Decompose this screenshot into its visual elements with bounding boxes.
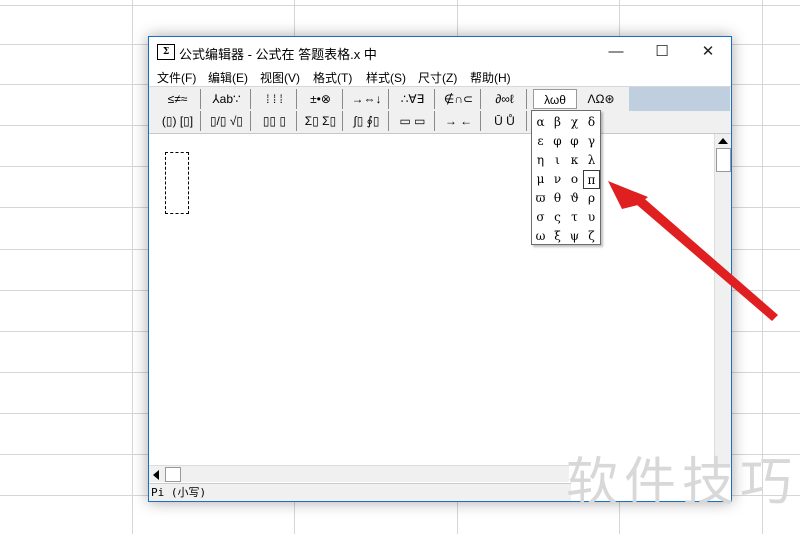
fence-templates-button[interactable]: (▯) [▯] xyxy=(155,111,201,131)
horizontal-scrollbar[interactable] xyxy=(149,465,569,482)
menu-help[interactable]: 帮助(H) xyxy=(470,69,511,86)
title-bar[interactable]: Σ 公式编辑器 - 公式在 答题表格.x 中 — ☐ ✕ xyxy=(149,37,731,66)
close-button[interactable]: ✕ xyxy=(685,37,731,66)
greek-rho[interactable]: ρ xyxy=(583,189,600,208)
window-title: 公式编辑器 - 公式在 答题表格.x 中 xyxy=(179,47,377,62)
greek-lowercase-button[interactable]: λωθ xyxy=(533,89,577,109)
menu-size[interactable]: 尺寸(Z) xyxy=(418,69,457,86)
arrow-symbols-button[interactable]: →⇔↓ xyxy=(345,89,389,109)
greek-kappa[interactable]: κ xyxy=(566,151,583,170)
relational-symbols-button[interactable]: ≤≠≈ xyxy=(155,89,201,109)
greek-mu[interactable]: μ xyxy=(532,170,549,189)
greek-phi[interactable]: φ xyxy=(549,132,566,151)
embellishments-button[interactable]: ⁞ ⁞ ⁞ xyxy=(253,89,297,109)
status-bar: Pi (小写) xyxy=(149,483,571,501)
greek-phi-variant[interactable]: φ xyxy=(566,132,583,151)
greek-final-sigma[interactable]: ς xyxy=(549,208,566,227)
scroll-left-arrow-icon[interactable] xyxy=(153,470,159,480)
menu-format[interactable]: 格式(T) xyxy=(313,69,352,86)
products-set-templates-button[interactable]: Ū Ů xyxy=(483,111,527,131)
underbar-overbar-templates-button[interactable]: ▭ ▭ xyxy=(391,111,435,131)
greek-eta[interactable]: η xyxy=(532,151,549,170)
greek-beta[interactable]: β xyxy=(549,113,566,132)
greek-lambda[interactable]: λ xyxy=(583,151,600,170)
greek-delta[interactable]: δ xyxy=(583,113,600,132)
symbol-toolbar: ≤≠≈ ⅄ab∵ ⁞ ⁞ ⁞ ±•⊗ →⇔↓ ∴∀∃ ∉∩⊂ ∂∞ℓ λωθ Λ… xyxy=(149,87,731,134)
greek-tau[interactable]: τ xyxy=(566,208,583,227)
watermark-text: 软件技巧 xyxy=(566,453,799,513)
greek-pi-variant[interactable]: ϖ xyxy=(532,189,549,208)
labeled-arrow-templates-button[interactable]: → ← xyxy=(437,111,481,131)
fraction-radical-templates-button[interactable]: ▯/▯ √▯ xyxy=(203,111,251,131)
greek-uppercase-button[interactable]: ΛΩ⊛ xyxy=(579,89,623,109)
greek-nu[interactable]: ν xyxy=(549,170,566,189)
toolbar-highlight-area xyxy=(629,87,730,111)
equation-editor-app-icon: Σ xyxy=(157,44,175,60)
summation-templates-button[interactable]: Σ▯ Σ▯ xyxy=(299,111,343,131)
menu-bar: 文件(F) 编辑(E) 视图(V) 格式(T) 样式(S) 尺寸(Z) 帮助(H… xyxy=(149,66,731,87)
operator-symbols-button[interactable]: ±•⊗ xyxy=(299,89,343,109)
greek-iota[interactable]: ι xyxy=(549,151,566,170)
greek-chi[interactable]: χ xyxy=(566,113,583,132)
red-arrow-annotation xyxy=(608,181,778,321)
greek-omicron[interactable]: ο xyxy=(566,170,583,189)
menu-view[interactable]: 视图(V) xyxy=(260,69,300,86)
greek-pi-selected[interactable]: π xyxy=(583,170,600,189)
greek-alpha[interactable]: α xyxy=(532,113,549,132)
menu-edit[interactable]: 编辑(E) xyxy=(208,69,248,86)
greek-psi[interactable]: ψ xyxy=(566,227,583,246)
vertical-scroll-thumb[interactable] xyxy=(716,148,731,172)
greek-xi[interactable]: ξ xyxy=(549,227,566,246)
greek-theta[interactable]: θ xyxy=(549,189,566,208)
greek-sigma[interactable]: σ xyxy=(532,208,549,227)
menu-file[interactable]: 文件(F) xyxy=(157,69,196,86)
empty-input-slot[interactable] xyxy=(165,152,189,214)
greek-lowercase-palette: α β χ δ ε φ φ γ η ι κ λ μ ν ο π ϖ θ ϑ ρ … xyxy=(531,110,601,245)
greek-theta-variant[interactable]: ϑ xyxy=(566,189,583,208)
greek-gamma[interactable]: γ xyxy=(583,132,600,151)
maximize-button[interactable]: ☐ xyxy=(639,37,685,66)
greek-zeta[interactable]: ζ xyxy=(583,227,600,246)
arrow-shaft xyxy=(630,193,778,321)
greek-omega[interactable]: ω xyxy=(532,227,549,246)
greek-upsilon[interactable]: υ xyxy=(583,208,600,227)
subscript-templates-button[interactable]: ▯▯ ▯ xyxy=(253,111,297,131)
minimize-button[interactable]: — xyxy=(593,37,639,66)
set-theory-symbols-button[interactable]: ∉∩⊂ xyxy=(437,89,481,109)
greek-epsilon[interactable]: ε xyxy=(532,132,549,151)
spaces-ellipses-button[interactable]: ⅄ab∵ xyxy=(203,89,251,109)
logical-symbols-button[interactable]: ∴∀∃ xyxy=(391,89,435,109)
misc-symbols-button[interactable]: ∂∞ℓ xyxy=(483,89,527,109)
menu-style[interactable]: 样式(S) xyxy=(366,69,406,86)
grid-line xyxy=(0,5,800,6)
horizontal-scroll-thumb[interactable] xyxy=(165,467,181,482)
integral-templates-button[interactable]: ∫▯ ∮▯ xyxy=(345,111,389,131)
scroll-up-arrow-icon[interactable] xyxy=(718,138,728,144)
